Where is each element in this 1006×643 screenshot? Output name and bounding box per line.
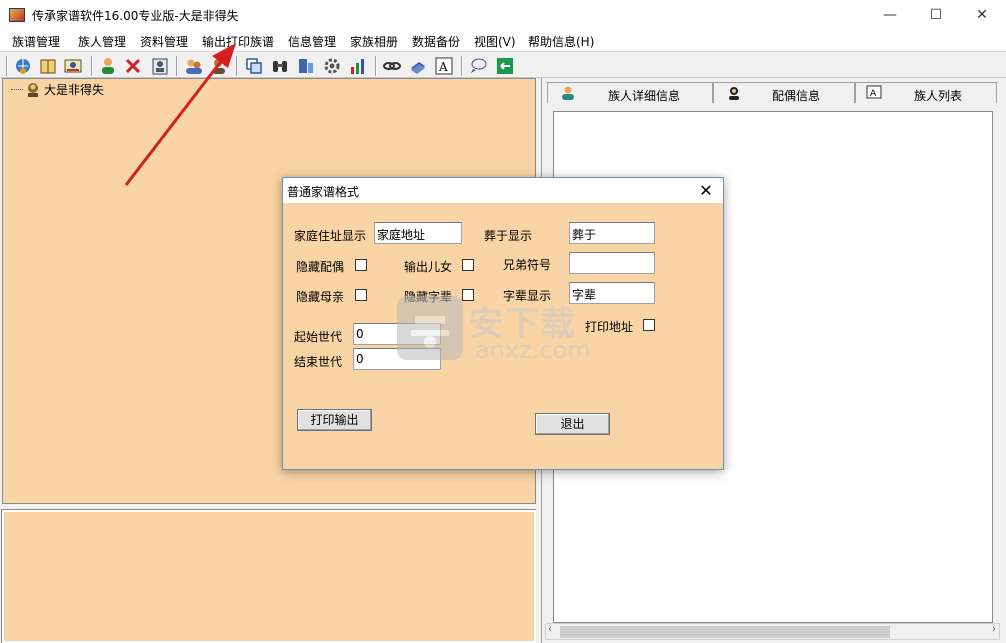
- copy-icon[interactable]: [244, 56, 264, 76]
- dialog-title: 普通家谱格式: [287, 185, 360, 199]
- tab-member-details[interactable]: 族人详细信息: [547, 82, 713, 103]
- print-output-button[interactable]: 打印输出: [297, 409, 372, 431]
- hide-mother-label: 隐藏母亲: [296, 290, 345, 304]
- tab-member-list[interactable]: A 族人列表: [855, 82, 997, 103]
- scroll-right-icon[interactable]: ›: [992, 624, 996, 635]
- svg-text:A: A: [438, 60, 448, 74]
- delete-icon[interactable]: [123, 56, 143, 76]
- toolbar-separator: [461, 56, 463, 76]
- transfer-icon[interactable]: [210, 56, 230, 76]
- menu-bar: 族谱管理 族人管理 资料管理 输出打印族谱 信息管理 家族相册 数据备份 视图(…: [0, 30, 1006, 51]
- tree-root-node[interactable]: 大是非得失: [11, 81, 104, 98]
- watermark: 安下载 anxz.com: [397, 296, 627, 364]
- menu-members[interactable]: 族人管理: [78, 33, 126, 50]
- address-label: 家庭住址显示: [294, 229, 367, 243]
- hide-spouse-checkbox[interactable]: [355, 259, 367, 271]
- address-input[interactable]: 家庭地址: [374, 222, 462, 244]
- print-address-checkbox[interactable]: [643, 319, 655, 331]
- menu-view[interactable]: 视图(V): [474, 33, 516, 50]
- menu-backup[interactable]: 数据备份: [412, 33, 460, 50]
- close-button[interactable]: ✕: [959, 0, 1005, 30]
- app-icon: [9, 8, 25, 22]
- hide-mother-checkbox[interactable]: [355, 289, 367, 301]
- end-generation-label: 结束世代: [294, 355, 343, 369]
- toolbar-separator: [91, 56, 93, 76]
- bar-chart-icon[interactable]: [348, 56, 368, 76]
- spouse-icon: [729, 87, 739, 100]
- exit-icon[interactable]: [495, 56, 515, 76]
- start-generation-label: 起始世代: [294, 330, 343, 344]
- font-icon[interactable]: A: [434, 56, 454, 76]
- menu-info[interactable]: 信息管理: [288, 33, 336, 50]
- svg-text:A: A: [870, 89, 877, 99]
- minimize-button[interactable]: —: [867, 0, 913, 30]
- burial-input[interactable]: 葬于: [569, 222, 655, 244]
- person-icon: [562, 86, 574, 100]
- tab-spouse-info-label: 配偶信息: [772, 89, 821, 103]
- globe-icon[interactable]: [13, 56, 33, 76]
- toolbar-separator: [236, 56, 238, 76]
- menu-help[interactable]: 帮助信息(H): [528, 33, 594, 50]
- toolbar-separator: [176, 56, 178, 76]
- photo-icon[interactable]: [63, 56, 83, 76]
- database-icon[interactable]: [296, 56, 316, 76]
- brother-symbol-label: 兄弟符号: [503, 258, 552, 272]
- title-bar: 传承家谱软件16.00专业版-大是非得失 — ☐ ✕: [0, 0, 1006, 30]
- exit-button[interactable]: 退出: [535, 413, 610, 435]
- bottom-panel: [1, 509, 537, 643]
- link-icon[interactable]: [382, 56, 402, 76]
- tab-member-list-label: 族人列表: [914, 89, 963, 103]
- menu-materials[interactable]: 资料管理: [140, 33, 188, 50]
- chat-icon[interactable]: [468, 56, 488, 76]
- toolbar: A: [0, 51, 1006, 78]
- watermark-logo-icon: [397, 296, 463, 360]
- burial-label: 葬于显示: [484, 229, 533, 243]
- hide-spouse-label: 隐藏配偶: [296, 260, 345, 274]
- toolbar-separator: [375, 56, 377, 76]
- person-icon[interactable]: [98, 56, 118, 76]
- horizontal-scrollbar[interactable]: ‹ ›: [545, 623, 1000, 640]
- binoculars-icon[interactable]: [270, 56, 290, 76]
- window-title: 传承家谱软件16.00专业版-大是非得失: [32, 9, 239, 23]
- list-icon: A: [866, 85, 882, 99]
- watermark-url: anxz.com: [475, 336, 591, 364]
- book-icon[interactable]: [38, 56, 58, 76]
- tree-root-label: 大是非得失: [44, 83, 105, 97]
- settings-icon[interactable]: [322, 56, 342, 76]
- tab-member-details-label: 族人详细信息: [608, 89, 681, 103]
- group-icon[interactable]: [184, 56, 204, 76]
- scroll-thumb[interactable]: [560, 626, 890, 638]
- scroll-left-icon[interactable]: ‹: [548, 624, 552, 635]
- output-children-label: 输出儿女: [404, 260, 453, 274]
- menu-output-print[interactable]: 输出打印族谱: [202, 33, 274, 50]
- dialog-title-bar: 普通家谱格式 ✕: [283, 178, 723, 203]
- toolbar-separator: [6, 56, 8, 76]
- maximize-button[interactable]: ☐: [913, 0, 959, 30]
- brother-symbol-input[interactable]: [569, 252, 655, 274]
- menu-album[interactable]: 家族相册: [350, 33, 398, 50]
- output-children-checkbox[interactable]: [462, 259, 474, 271]
- dialog-close-button[interactable]: ✕: [693, 178, 719, 203]
- book-stack-icon[interactable]: [408, 56, 428, 76]
- family-tree-icon: [28, 82, 38, 97]
- tab-spouse-info[interactable]: 配偶信息: [713, 82, 855, 103]
- card-icon[interactable]: [150, 56, 170, 76]
- menu-genealogy[interactable]: 族谱管理: [12, 33, 60, 50]
